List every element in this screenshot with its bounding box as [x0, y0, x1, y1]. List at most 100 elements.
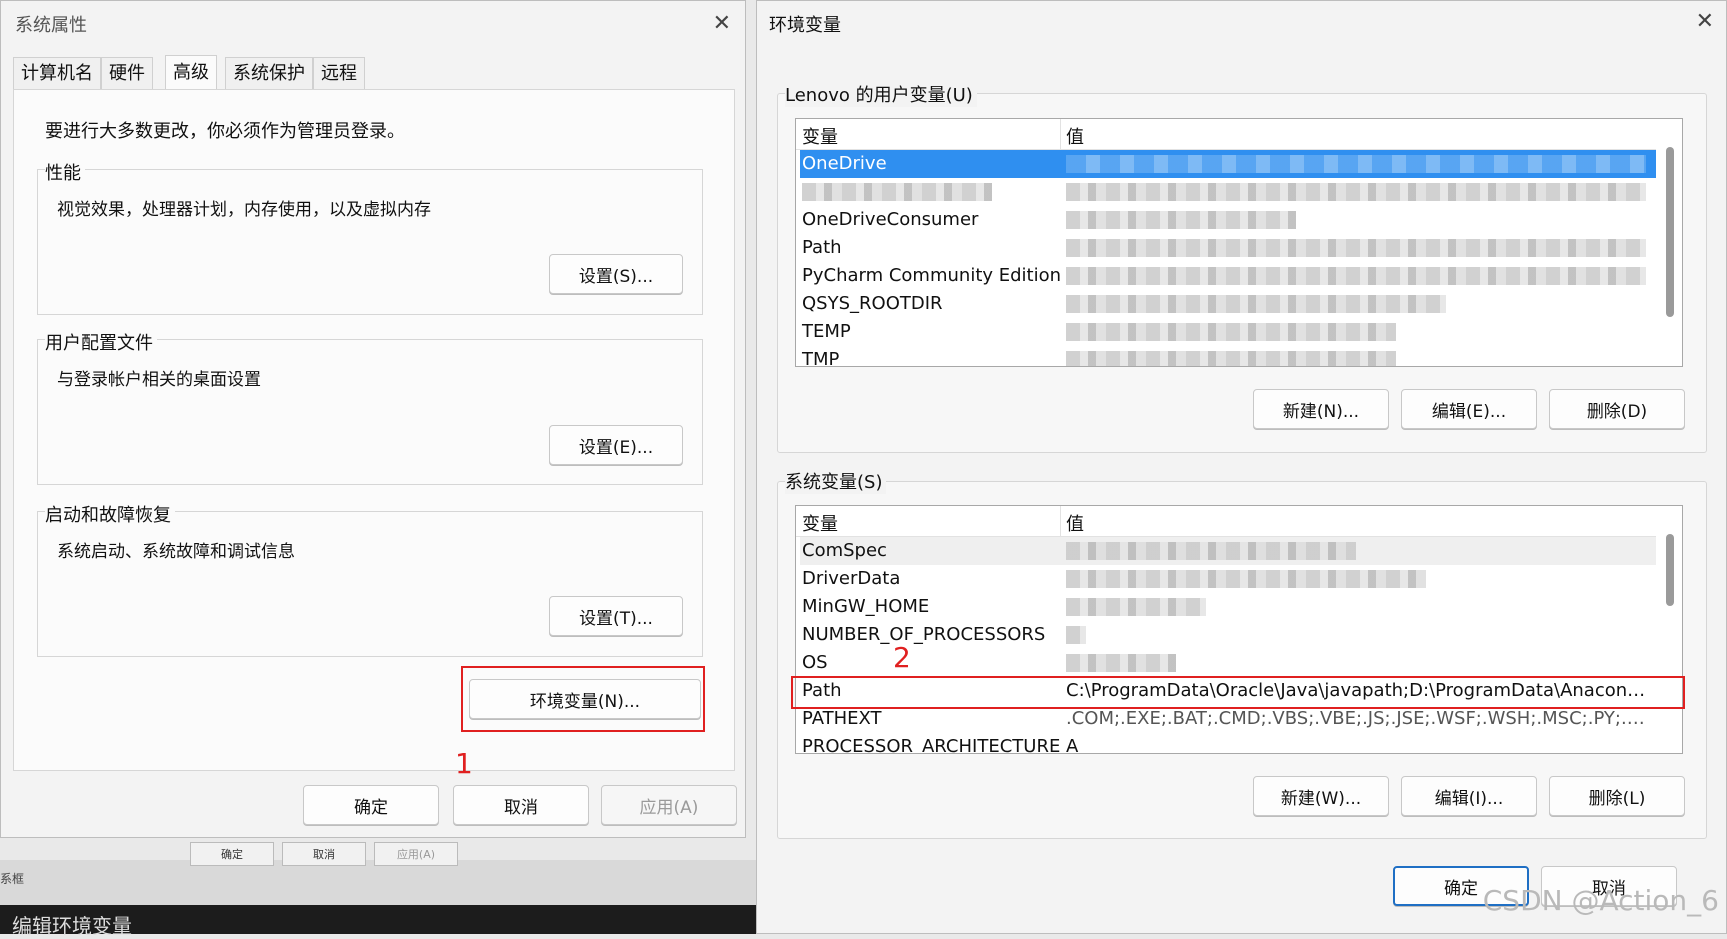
redacted-value	[1066, 542, 1356, 560]
redacted-value	[1066, 626, 1086, 644]
row-name: Path	[802, 237, 842, 258]
table-row[interactable]: Path	[800, 234, 1656, 262]
user-variables-list[interactable]: 变量 值 OneDrive OneDriveConsumer Path PyCh…	[795, 118, 1683, 367]
table-row[interactable]	[800, 178, 1656, 206]
table-row[interactable]: DriverData	[800, 565, 1656, 593]
profiles-settings-button[interactable]: 设置(E)...	[549, 425, 683, 465]
redacted-value	[1066, 654, 1176, 672]
column-value[interactable]: 值	[1066, 123, 1084, 149]
redacted-value	[1066, 351, 1396, 366]
redacted-value	[1066, 295, 1446, 313]
redacted-value	[1066, 267, 1646, 285]
table-row[interactable]: PyCharm Community Edition	[800, 262, 1656, 290]
row-name: TMP	[802, 349, 840, 367]
table-row[interactable]: NUMBER_OF_PROCESSORS	[800, 621, 1656, 649]
admin-notice: 要进行大多数更改，你必须作为管理员登录。	[45, 121, 405, 142]
tab-advanced[interactable]: 高级	[165, 55, 217, 89]
redacted-value	[1066, 155, 1646, 173]
scrollbar-thumb[interactable]	[1666, 147, 1674, 317]
watermark: CSDN @Action_6	[1482, 884, 1719, 917]
bg-taskbar-text: 编辑环境变量	[12, 914, 132, 938]
annotation-number-1: 1	[455, 747, 473, 780]
bg-apply-button: 应用(A)	[374, 842, 458, 866]
row-name: PyCharm Community Edition	[802, 265, 1062, 286]
row-name: TEMP	[802, 321, 851, 342]
annotation-box-2	[791, 676, 1685, 709]
row-value: A	[1066, 736, 1079, 754]
column-value[interactable]: 值	[1066, 510, 1084, 536]
annotation-box-1	[461, 666, 705, 732]
redacted-value	[1066, 323, 1396, 341]
table-row[interactable]: MinGW_HOME	[800, 593, 1656, 621]
column-variable[interactable]: 变量	[802, 510, 838, 536]
redacted-value	[1066, 239, 1646, 257]
startup-desc: 系统启动、系统故障和调试信息	[57, 542, 295, 562]
redacted-value	[1066, 183, 1646, 201]
table-row[interactable]: PATHEXT .COM;.EXE;.BAT;.CMD;.VBS;.VBE;.J…	[800, 705, 1656, 733]
bg-cancel-button: 取消	[282, 842, 366, 866]
profiles-title: 用户配置文件	[45, 329, 157, 355]
row-name: OneDrive	[802, 153, 887, 174]
user-delete-button[interactable]: 删除(D)	[1549, 389, 1685, 429]
annotation-number-2: 2	[893, 641, 911, 674]
redacted-value	[1066, 570, 1426, 588]
user-new-button[interactable]: 新建(N)...	[1253, 389, 1389, 429]
performance-desc: 视觉效果，处理器计划，内存使用，以及虚拟内存	[57, 200, 431, 220]
ok-button[interactable]: 确定	[303, 785, 439, 825]
close-icon[interactable]: ✕	[1696, 11, 1714, 33]
column-variable[interactable]: 变量	[802, 123, 838, 149]
tab-remote[interactable]: 远程	[313, 57, 365, 89]
system-delete-button[interactable]: 删除(L)	[1549, 776, 1685, 816]
profiles-desc: 与登录帐户相关的桌面设置	[57, 370, 261, 390]
list-header: 变量 值	[796, 506, 1656, 537]
bg-ok-button: 确定	[190, 842, 274, 866]
row-name: PATHEXT	[802, 708, 882, 729]
row-name: OneDriveConsumer	[802, 209, 979, 230]
tab-bar: 计算机名 硬件 高级 系统保护 远程	[13, 55, 365, 90]
row-name: OS	[802, 652, 828, 673]
performance-title: 性能	[45, 159, 85, 185]
dialog-title: 系统属性	[15, 15, 87, 36]
system-edit-button[interactable]: 编辑(I)...	[1401, 776, 1537, 816]
row-name: MinGW_HOME	[802, 596, 930, 617]
user-edit-button[interactable]: 编辑(E)...	[1401, 389, 1537, 429]
tab-hardware[interactable]: 硬件	[101, 57, 153, 89]
table-row[interactable]: ComSpec	[800, 537, 1656, 565]
table-row[interactable]: OneDriveConsumer	[800, 206, 1656, 234]
list-header: 变量 值	[796, 119, 1656, 150]
table-row[interactable]: TMP	[800, 346, 1656, 367]
startup-settings-button[interactable]: 设置(T)...	[549, 596, 683, 636]
system-variables-list[interactable]: 变量 值 ComSpec DriverData MinGW_HOME NUMBE…	[795, 505, 1683, 754]
apply-button[interactable]: 应用(A)	[601, 785, 737, 825]
system-properties-dialog: 系统属性 ✕ 计算机名 硬件 高级 系统保护 远程 要进行大多数更改，你必须作为…	[0, 0, 746, 838]
row-name: NUMBER_OF_PROCESSORS	[802, 624, 1046, 645]
column-separator	[1060, 506, 1061, 536]
table-row[interactable]: PROCESSOR_ARCHITECTURE A	[800, 733, 1656, 754]
redacted-value	[1066, 211, 1296, 229]
user-variables-title: Lenovo 的用户变量(U)	[785, 81, 977, 107]
table-row[interactable]: QSYS_ROOTDIR	[800, 290, 1656, 318]
close-icon[interactable]: ✕	[713, 13, 731, 35]
row-name: PROCESSOR_ARCHITECTURE	[802, 736, 1061, 754]
column-separator	[1060, 119, 1061, 149]
table-row[interactable]: OS	[800, 649, 1656, 677]
startup-title: 启动和故障恢复	[45, 501, 175, 527]
row-value: .COM;.EXE;.BAT;.CMD;.VBS;.VBE;.JS;.JSE;.…	[1066, 708, 1648, 729]
row-name: QSYS_ROOTDIR	[802, 293, 943, 314]
row-name: DriverData	[802, 568, 901, 589]
redacted-value	[1066, 598, 1206, 616]
table-row[interactable]: TEMP	[800, 318, 1656, 346]
performance-settings-button[interactable]: 设置(S)...	[549, 254, 683, 294]
row-name: ComSpec	[802, 540, 887, 561]
system-new-button[interactable]: 新建(W)...	[1253, 776, 1389, 816]
tab-computer-name[interactable]: 计算机名	[13, 57, 101, 89]
dialog-title: 环境变量	[769, 15, 841, 36]
redacted-name	[802, 183, 992, 201]
scrollbar-thumb[interactable]	[1666, 534, 1674, 606]
table-row[interactable]: OneDrive	[800, 150, 1656, 178]
cancel-button[interactable]: 取消	[453, 785, 589, 825]
system-variables-title: 系统变量(S)	[785, 468, 887, 494]
environment-variables-dialog: 环境变量 ✕ Lenovo 的用户变量(U) 变量 值 OneDrive One…	[756, 0, 1727, 934]
bg-label: 系框	[0, 872, 25, 886]
tab-system-protection[interactable]: 系统保护	[225, 57, 313, 89]
